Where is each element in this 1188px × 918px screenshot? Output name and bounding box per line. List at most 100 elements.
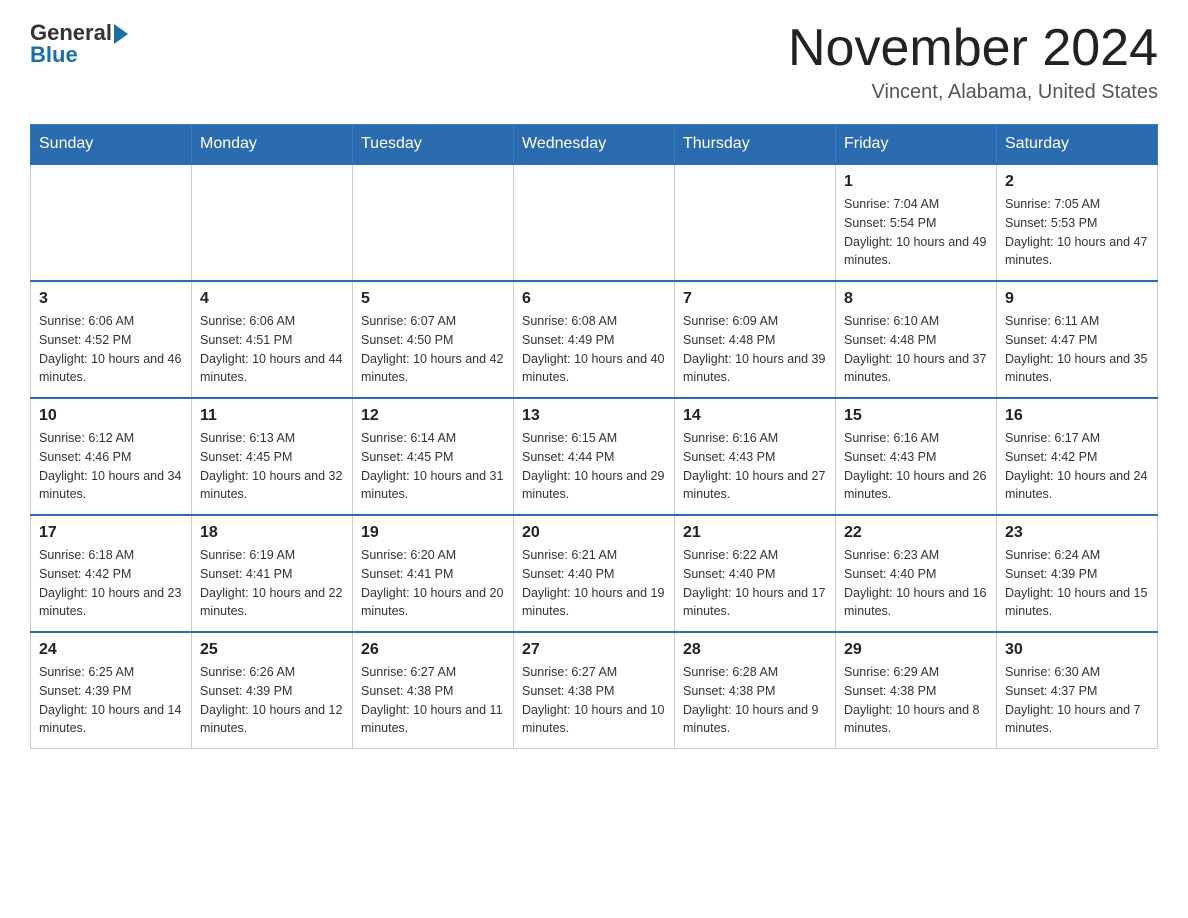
calendar-cell — [31, 164, 192, 281]
day-number: 30 — [1005, 641, 1149, 659]
page-header: General Blue November 2024 Vincent, Alab… — [30, 20, 1158, 104]
day-number: 25 — [200, 641, 344, 659]
calendar-cell: 21 Sunrise: 6:22 AMSunset: 4:40 PMDayligh… — [675, 515, 836, 632]
column-header-thursday: Thursday — [675, 125, 836, 165]
day-info: Sunrise: 6:16 AMSunset: 4:43 PMDaylight:… — [683, 429, 827, 504]
calendar-cell — [192, 164, 353, 281]
calendar-cell: 11 Sunrise: 6:13 AMSunset: 4:45 PMDayligh… — [192, 398, 353, 515]
day-info: Sunrise: 6:30 AMSunset: 4:37 PMDaylight:… — [1005, 663, 1149, 738]
calendar-cell: 25Sunrise: 6:26 AMSunset: 4:39 PMDayligh… — [192, 632, 353, 749]
calendar-cell: 14 Sunrise: 6:16 AMSunset: 4:43 PMDayligh… — [675, 398, 836, 515]
day-info: Sunrise: 6:06 AMSunset: 4:52 PMDaylight:… — [39, 312, 183, 387]
day-info: Sunrise: 7:04 AMSunset: 5:54 PMDaylight:… — [844, 195, 988, 270]
day-info: Sunrise: 6:27 AMSunset: 4:38 PMDaylight:… — [361, 663, 505, 738]
calendar-cell: 30 Sunrise: 6:30 AMSunset: 4:37 PMDayligh… — [997, 632, 1158, 749]
week-row-4: 17 Sunrise: 6:18 AMSunset: 4:42 PMDayligh… — [31, 515, 1158, 632]
calendar-cell: 18 Sunrise: 6:19 AMSunset: 4:41 PMDayligh… — [192, 515, 353, 632]
column-header-sunday: Sunday — [31, 125, 192, 165]
calendar-cell: 29 Sunrise: 6:29 AMSunset: 4:38 PMDayligh… — [836, 632, 997, 749]
calendar-cell: 24 Sunrise: 6:25 AMSunset: 4:39 PMDayligh… — [31, 632, 192, 749]
day-info: Sunrise: 6:13 AMSunset: 4:45 PMDaylight:… — [200, 429, 344, 504]
day-info: Sunrise: 6:07 AMSunset: 4:50 PMDaylight:… — [361, 312, 505, 387]
day-number: 27 — [522, 641, 666, 659]
logo-arrow-icon — [114, 24, 128, 44]
day-number: 21 — [683, 524, 827, 542]
day-number: 26 — [361, 641, 505, 659]
day-number: 6 — [522, 290, 666, 308]
day-number: 19 — [361, 524, 505, 542]
day-info: Sunrise: 6:17 AMSunset: 4:42 PMDaylight:… — [1005, 429, 1149, 504]
calendar-cell: 9 Sunrise: 6:11 AMSunset: 4:47 PMDaylight… — [997, 281, 1158, 398]
calendar-cell: 1Sunrise: 7:04 AMSunset: 5:54 PMDaylight… — [836, 164, 997, 281]
day-number: 20 — [522, 524, 666, 542]
calendar-header-row: SundayMondayTuesdayWednesdayThursdayFrid… — [31, 125, 1158, 165]
logo: General Blue — [30, 20, 128, 68]
day-info: Sunrise: 6:23 AMSunset: 4:40 PMDaylight:… — [844, 546, 988, 621]
day-number: 24 — [39, 641, 183, 659]
title-section: November 2024 Vincent, Alabama, United S… — [788, 20, 1158, 104]
calendar-cell: 3Sunrise: 6:06 AMSunset: 4:52 PMDaylight… — [31, 281, 192, 398]
day-number: 9 — [1005, 290, 1149, 308]
calendar-cell — [353, 164, 514, 281]
day-info: Sunrise: 6:16 AMSunset: 4:43 PMDaylight:… — [844, 429, 988, 504]
location-subtitle: Vincent, Alabama, United States — [788, 81, 1158, 104]
day-info: Sunrise: 6:14 AMSunset: 4:45 PMDaylight:… — [361, 429, 505, 504]
calendar-cell: 16 Sunrise: 6:17 AMSunset: 4:42 PMDayligh… — [997, 398, 1158, 515]
column-header-friday: Friday — [836, 125, 997, 165]
day-info: Sunrise: 6:19 AMSunset: 4:41 PMDaylight:… — [200, 546, 344, 621]
calendar-table: SundayMondayTuesdayWednesdayThursdayFrid… — [30, 124, 1158, 749]
month-title: November 2024 — [788, 20, 1158, 77]
calendar-cell: 8Sunrise: 6:10 AMSunset: 4:48 PMDaylight… — [836, 281, 997, 398]
column-header-tuesday: Tuesday — [353, 125, 514, 165]
day-info: Sunrise: 7:05 AMSunset: 5:53 PMDaylight:… — [1005, 195, 1149, 270]
day-number: 18 — [200, 524, 344, 542]
day-number: 8 — [844, 290, 988, 308]
day-number: 12 — [361, 407, 505, 425]
day-number: 16 — [1005, 407, 1149, 425]
day-info: Sunrise: 6:28 AMSunset: 4:38 PMDaylight:… — [683, 663, 827, 738]
day-info: Sunrise: 6:25 AMSunset: 4:39 PMDaylight:… — [39, 663, 183, 738]
calendar-cell: 19 Sunrise: 6:20 AMSunset: 4:41 PMDayligh… — [353, 515, 514, 632]
calendar-cell: 17 Sunrise: 6:18 AMSunset: 4:42 PMDayligh… — [31, 515, 192, 632]
calendar-cell: 22Sunrise: 6:23 AMSunset: 4:40 PMDayligh… — [836, 515, 997, 632]
day-info: Sunrise: 6:15 AMSunset: 4:44 PMDaylight:… — [522, 429, 666, 504]
day-info: Sunrise: 6:22 AMSunset: 4:40 PMDaylight:… — [683, 546, 827, 621]
column-header-saturday: Saturday — [997, 125, 1158, 165]
calendar-cell: 2 Sunrise: 7:05 AMSunset: 5:53 PMDaylight… — [997, 164, 1158, 281]
day-info: Sunrise: 6:12 AMSunset: 4:46 PMDaylight:… — [39, 429, 183, 504]
calendar-cell: 5 Sunrise: 6:07 AMSunset: 4:50 PMDaylight… — [353, 281, 514, 398]
calendar-cell: 23Sunrise: 6:24 AMSunset: 4:39 PMDayligh… — [997, 515, 1158, 632]
calendar-cell: 28Sunrise: 6:28 AMSunset: 4:38 PMDayligh… — [675, 632, 836, 749]
calendar-cell: 26 Sunrise: 6:27 AMSunset: 4:38 PMDayligh… — [353, 632, 514, 749]
day-number: 15 — [844, 407, 988, 425]
week-row-3: 10Sunrise: 6:12 AMSunset: 4:46 PMDayligh… — [31, 398, 1158, 515]
calendar-cell: 6 Sunrise: 6:08 AMSunset: 4:49 PMDaylight… — [514, 281, 675, 398]
week-row-2: 3Sunrise: 6:06 AMSunset: 4:52 PMDaylight… — [31, 281, 1158, 398]
logo-text-blue: Blue — [30, 42, 128, 68]
calendar-cell: 4 Sunrise: 6:06 AMSunset: 4:51 PMDaylight… — [192, 281, 353, 398]
calendar-cell: 15 Sunrise: 6:16 AMSunset: 4:43 PMDayligh… — [836, 398, 997, 515]
calendar-cell: 27Sunrise: 6:27 AMSunset: 4:38 PMDayligh… — [514, 632, 675, 749]
calendar-cell — [514, 164, 675, 281]
day-number: 29 — [844, 641, 988, 659]
day-info: Sunrise: 6:09 AMSunset: 4:48 PMDaylight:… — [683, 312, 827, 387]
day-info: Sunrise: 6:21 AMSunset: 4:40 PMDaylight:… — [522, 546, 666, 621]
day-number: 11 — [200, 407, 344, 425]
day-number: 14 — [683, 407, 827, 425]
day-number: 5 — [361, 290, 505, 308]
day-info: Sunrise: 6:20 AMSunset: 4:41 PMDaylight:… — [361, 546, 505, 621]
day-info: Sunrise: 6:06 AMSunset: 4:51 PMDaylight:… — [200, 312, 344, 387]
week-row-1: 1Sunrise: 7:04 AMSunset: 5:54 PMDaylight… — [31, 164, 1158, 281]
day-number: 17 — [39, 524, 183, 542]
day-number: 7 — [683, 290, 827, 308]
day-info: Sunrise: 6:08 AMSunset: 4:49 PMDaylight:… — [522, 312, 666, 387]
day-number: 23 — [1005, 524, 1149, 542]
column-header-monday: Monday — [192, 125, 353, 165]
calendar-cell: 7 Sunrise: 6:09 AMSunset: 4:48 PMDaylight… — [675, 281, 836, 398]
day-info: Sunrise: 6:18 AMSunset: 4:42 PMDaylight:… — [39, 546, 183, 621]
day-number: 4 — [200, 290, 344, 308]
day-info: Sunrise: 6:11 AMSunset: 4:47 PMDaylight:… — [1005, 312, 1149, 387]
calendar-cell: 10Sunrise: 6:12 AMSunset: 4:46 PMDayligh… — [31, 398, 192, 515]
day-info: Sunrise: 6:29 AMSunset: 4:38 PMDaylight:… — [844, 663, 988, 738]
day-number: 2 — [1005, 173, 1149, 191]
